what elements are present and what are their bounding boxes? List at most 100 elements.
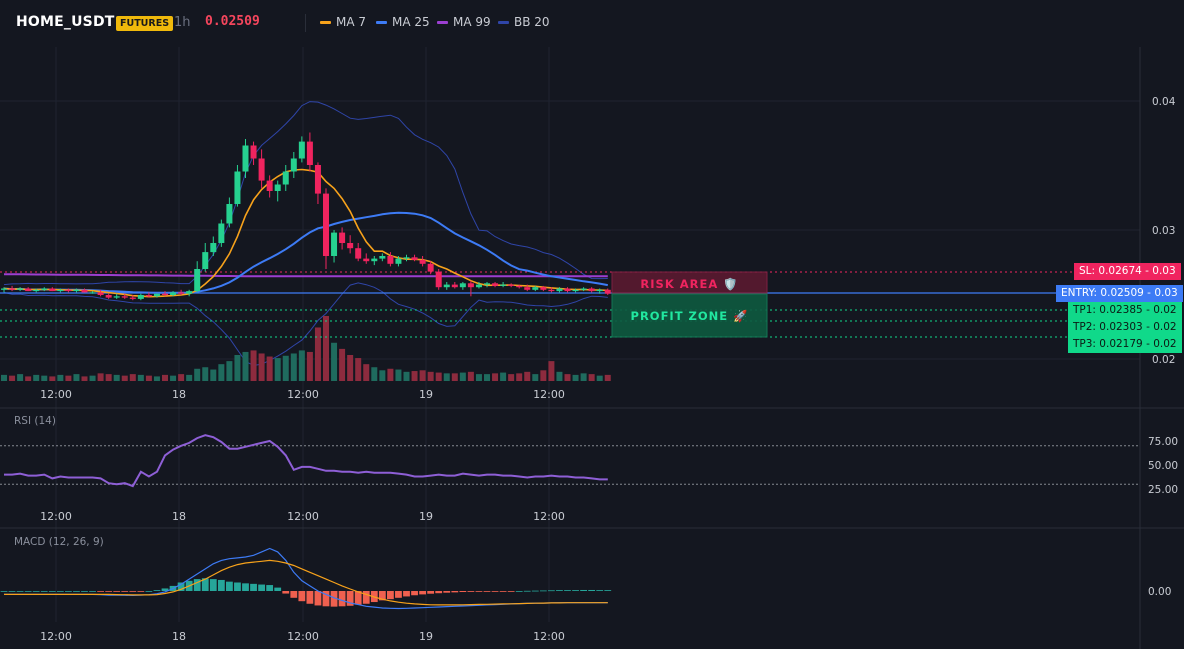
legend-label: BB 20 [514,15,550,29]
macd-histogram-bar [290,591,298,598]
candle-body [484,283,490,285]
volume-bar [250,350,257,381]
volume-bar [266,356,273,381]
macd-histogram-bar [523,590,531,592]
macd-histogram-bar [314,591,322,606]
macd-line [4,547,608,610]
legend-swatch [498,20,509,24]
volume-bar [65,375,72,381]
tp1-axis: 0.02 [1153,304,1177,316]
macd-histogram-bar [411,591,418,596]
volume-bar [371,367,378,381]
trading-chart[interactable]: 0.04 0.03 0.02 12:00 18 12:00 19 12:00 12:00 18 12… [0,0,1184,649]
macd-histogram-bar [604,590,612,591]
candle-body [548,289,555,292]
rsi-axis-label: 75.00 [1148,436,1178,448]
candle-body [1,288,7,290]
macd-histogram-bar [121,591,129,592]
candle-body [178,292,185,294]
bollinger-upper-line [3,101,608,286]
volume-bar [41,375,48,381]
macd-histogram-bar [137,591,145,592]
time-axis-label: 12:00 [40,510,72,523]
legend-bb20[interactable]: BB 20 [498,15,550,29]
macd-histogram-bar [395,591,402,598]
rsi-pane-label: RSI (14) [14,415,56,427]
macd-histogram-bar [435,591,443,594]
macd-histogram-bar [499,591,507,592]
last-price: 0.02509 [205,14,260,29]
volume-bar [419,370,426,381]
volume-bar [17,374,24,381]
volume-bar [298,350,305,381]
volume-bar [226,361,233,381]
volume-bar [475,374,482,381]
volume-bar [588,374,595,381]
candle-body [226,204,233,224]
symbol-name[interactable]: HOME_USDT [16,14,115,30]
macd-histogram-bar [338,591,346,607]
ma25-line [3,211,608,294]
volume-bar [556,371,563,381]
macd-histogram-bar [580,589,587,591]
candle-body [25,288,32,292]
volume-bar [218,364,225,381]
volume-bar [467,371,474,381]
volume-bar [411,371,418,381]
volume-bar [258,353,265,381]
candle-body [242,145,249,172]
volume-bar [178,374,185,381]
tp2-axis: 0.02 [1153,321,1177,333]
volume-bar [153,376,160,381]
candle-body [153,293,160,297]
volume-bar [484,374,490,381]
time-axis-label: 18 [172,510,186,523]
legend-ma99[interactable]: MA 99 [437,15,491,29]
candle-body [588,288,595,292]
timeframe-selector[interactable]: 1h [174,15,191,30]
sl-axis: 0.03 [1152,265,1176,277]
sl-level-tag: SL: 0.02674 - 0.03 [1074,263,1181,280]
volume-bar [516,373,523,381]
legend-label: MA 99 [453,15,491,29]
candle-body [395,258,402,264]
candle-body [186,291,193,294]
volume-bar [451,373,458,381]
candle-body [540,287,547,290]
macd-histogram-bar [226,581,233,591]
volume-bar [97,373,104,381]
legend-ma7[interactable]: MA 7 [320,15,366,29]
profit-zone-label: PROFIT ZONE 🚀 [630,309,749,323]
chart-header: HOME_USDT FUTURES 1h 0.02509 MA 7 MA 25 … [0,0,1184,46]
macd-histogram-bar [274,587,282,591]
volume-bar [129,374,136,381]
volume-bar [121,375,128,381]
candle-body [170,292,177,295]
candle-body [17,288,24,290]
time-axis-label: 12:00 [40,630,72,643]
candle-body [459,283,466,288]
candle-body [403,257,410,259]
candle-body [9,288,16,290]
legend-ma25[interactable]: MA 25 [376,15,430,29]
volume-bar [508,374,515,381]
volume-bar [387,368,394,381]
volume-bar [331,342,338,381]
legend-swatch [320,20,331,24]
volume-bar [596,375,603,381]
candle-body [210,243,217,253]
macd-histogram-bar [209,579,217,591]
volume-bar [443,373,450,381]
macd-histogram-bar [539,590,547,592]
rsi-axis-label: 25.00 [1148,484,1178,496]
volume-bar [532,374,539,381]
candle-body [580,288,587,290]
volume-bar [202,367,209,381]
volume-bar [548,361,555,381]
macd-histogram-bar [483,591,491,592]
candle-body [314,165,321,194]
tp3-label: TP3: 0.02179 [1073,338,1143,350]
time-axis-label: 12:00 [40,388,72,401]
candle-body [508,284,515,286]
candle-body [331,232,338,256]
